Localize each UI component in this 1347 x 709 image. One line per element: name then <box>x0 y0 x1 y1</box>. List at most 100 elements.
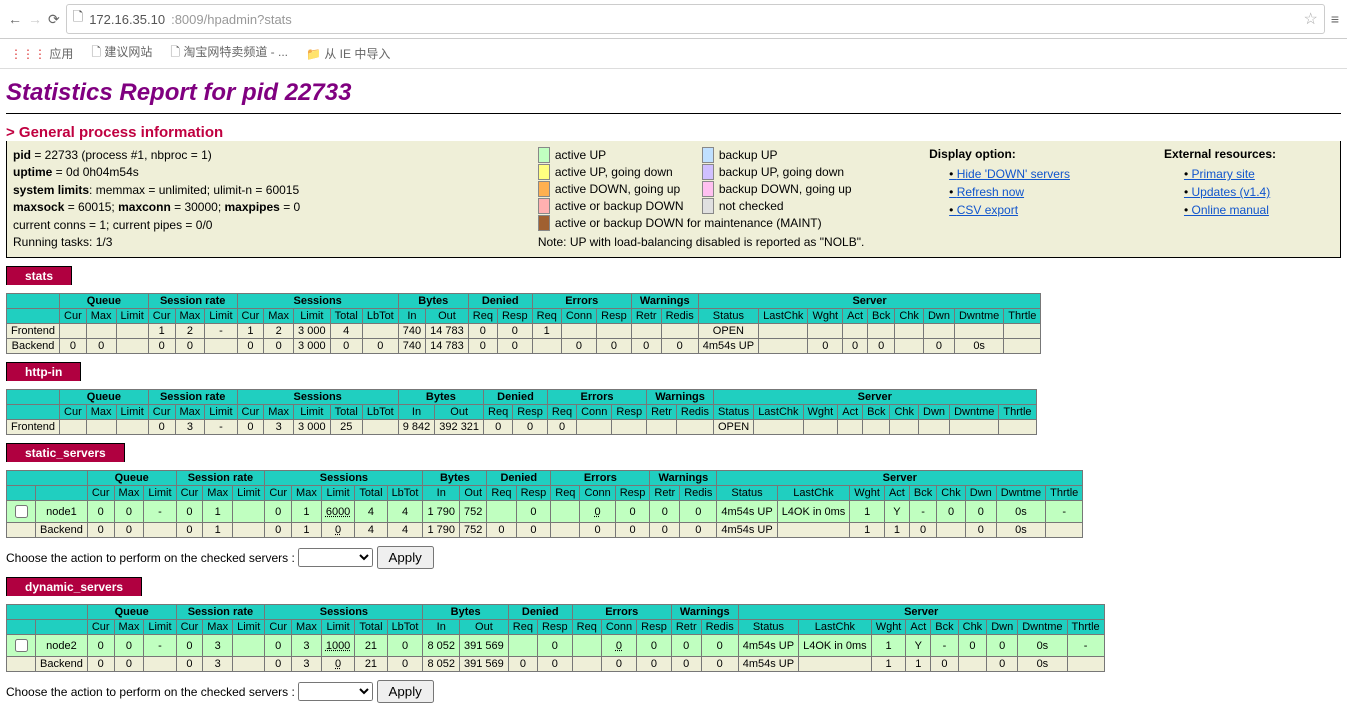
cell: 0 <box>843 339 868 354</box>
col-Max: Max <box>86 309 116 324</box>
action-select[interactable] <box>298 548 373 567</box>
col-group: Bytes <box>398 390 483 405</box>
cell: 0 <box>87 501 114 523</box>
col-Bck: Bck <box>931 620 958 635</box>
cell: 3 <box>203 635 233 657</box>
cell: 4m54s UP <box>717 501 777 523</box>
cell: 0 <box>265 657 292 672</box>
cell: 0 <box>680 501 717 523</box>
row-label[interactable]: node2 <box>36 635 88 657</box>
apply-button[interactable]: Apply <box>377 680 434 703</box>
table-title-static_servers[interactable]: static_servers <box>6 443 125 462</box>
link-updates[interactable]: Updates (v1.4) <box>1184 183 1334 201</box>
bookmark-1[interactable]: 🗋 建议网站 <box>91 43 152 64</box>
col-group: Server <box>714 390 1037 405</box>
cell <box>60 324 87 339</box>
cell: 0 <box>86 339 116 354</box>
cell: OPEN <box>714 420 754 435</box>
link-hide-down[interactable]: Hide 'DOWN' servers <box>949 165 1099 183</box>
col-Cur: Cur <box>148 405 175 420</box>
action-select[interactable] <box>298 682 373 701</box>
row-label[interactable]: Frontend <box>7 324 60 339</box>
row-label[interactable]: Backend <box>36 657 88 672</box>
cell: 0 <box>176 523 203 538</box>
table-title-dynamic_servers[interactable]: dynamic_servers <box>6 577 142 596</box>
bookmark-2[interactable]: 🗋 淘宝网特卖频道 - ... <box>170 43 288 64</box>
cell: 4 <box>387 501 423 523</box>
cell: 1 <box>871 657 906 672</box>
table-title-http-in[interactable]: http-in <box>6 362 81 381</box>
col-group: Denied <box>508 605 572 620</box>
col-Limit: Limit <box>233 486 265 501</box>
col-group: Denied <box>487 471 551 486</box>
cell: 0 <box>114 523 144 538</box>
table-title-stats[interactable]: stats <box>6 266 72 285</box>
cell: 0 <box>321 523 354 538</box>
cell: 0s <box>1018 635 1067 657</box>
col-group: Warnings <box>647 390 714 405</box>
col-In: In <box>398 405 435 420</box>
row-label[interactable]: node1 <box>36 501 88 523</box>
col-Thrtle: Thrtle <box>1046 486 1083 501</box>
apps-button[interactable]: ⋮⋮⋮ 应用 <box>10 45 73 62</box>
cell <box>954 324 1003 339</box>
star-icon[interactable]: ☆ <box>1303 9 1317 29</box>
link-manual[interactable]: Online manual <box>1184 201 1334 219</box>
cell: 0 <box>362 339 398 354</box>
cell: 0 <box>671 635 701 657</box>
cell: - <box>1046 501 1083 523</box>
row-label[interactable]: Frontend <box>7 420 60 435</box>
cell <box>233 501 265 523</box>
cell: 1 <box>203 501 233 523</box>
url-bar[interactable]: 🗋 172.16.35.10:8009/hpadmin?stats ☆ <box>66 4 1325 34</box>
row-label[interactable]: Backend <box>7 339 60 354</box>
cell: 0 <box>615 501 650 523</box>
cell: 1000 <box>321 635 354 657</box>
col-Max: Max <box>114 486 144 501</box>
apply-button[interactable]: Apply <box>377 546 434 569</box>
cell: 1 <box>850 523 885 538</box>
cell: - <box>909 501 936 523</box>
cell: 0 <box>508 657 537 672</box>
cell <box>577 420 612 435</box>
cell: 391 569 <box>460 657 509 672</box>
cell <box>999 420 1036 435</box>
col-Req: Req <box>547 405 576 420</box>
cell: 3 <box>264 420 294 435</box>
link-primary[interactable]: Primary site <box>1184 165 1334 183</box>
row-checkbox[interactable] <box>15 639 28 652</box>
col-name <box>36 486 88 501</box>
col-Status: Status <box>698 309 758 324</box>
cell <box>958 657 987 672</box>
link-refresh[interactable]: Refresh now <box>949 183 1099 201</box>
col-Thrtle: Thrtle <box>1004 309 1041 324</box>
col-Chk: Chk <box>890 405 919 420</box>
row-checkbox[interactable] <box>15 505 28 518</box>
cell <box>759 324 808 339</box>
cell: 4 <box>355 523 387 538</box>
col-Max: Max <box>292 620 322 635</box>
col-Req: Req <box>487 486 516 501</box>
cell: 0 <box>321 657 354 672</box>
col-Dwntme: Dwntme <box>954 309 1003 324</box>
col-Chk: Chk <box>958 620 987 635</box>
reload-icon[interactable]: ⟳ <box>48 11 60 28</box>
cell <box>60 420 87 435</box>
action-line: Choose the action to perform on the chec… <box>6 680 1341 703</box>
col-Dwn: Dwn <box>919 405 950 420</box>
forward-icon[interactable]: → <box>28 11 42 27</box>
row-label[interactable]: Backend <box>36 523 88 538</box>
cell <box>551 501 580 523</box>
cell: 3 000 <box>294 420 331 435</box>
cell: 3 000 <box>294 339 331 354</box>
cell: 21 <box>355 635 387 657</box>
back-icon[interactable]: ← <box>8 11 22 27</box>
menu-icon[interactable]: ≡ <box>1331 11 1339 27</box>
col-Cur: Cur <box>176 486 203 501</box>
cell <box>86 420 116 435</box>
url-path: :8009/hpadmin?stats <box>171 12 292 27</box>
col-group: Bytes <box>423 605 508 620</box>
link-csv[interactable]: CSV export <box>949 201 1099 219</box>
col-Bck: Bck <box>863 405 890 420</box>
bookmark-folder[interactable]: 📁 从 IE 中导入 <box>306 45 390 62</box>
